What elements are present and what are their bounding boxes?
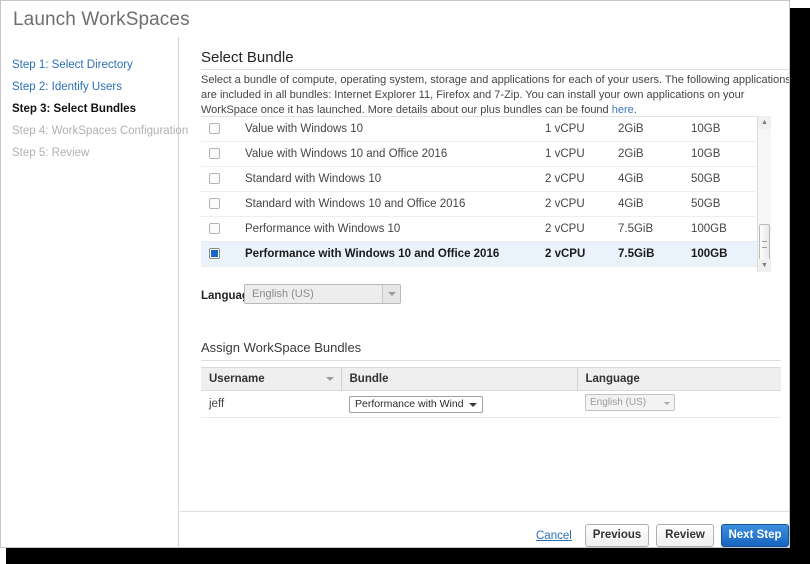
bundle-storage: 50GB — [683, 167, 757, 192]
bundle-compute: 1 vCPU — [537, 117, 610, 142]
bundle-row-checkbox-cell[interactable] — [201, 242, 237, 267]
bundle-row-checkbox-cell[interactable] — [201, 142, 237, 167]
footer-bar: Cancel Previous Review Next Step — [180, 511, 790, 548]
bundle-storage: 100GB — [683, 242, 757, 267]
wizard-steps-sidebar: Step 1: Select Directory Step 2: Identif… — [1, 37, 179, 548]
bundle-storage: 50GB — [683, 192, 757, 217]
sort-descending-icon[interactable] — [326, 377, 334, 381]
scrollbar-grip-icon — [762, 241, 767, 248]
sidebar-item-step-1[interactable]: Step 1: Select Directory — [12, 58, 133, 72]
sidebar-item-step-4: Step 4: WorkSpaces Configuration — [12, 124, 188, 138]
scroll-up-icon[interactable]: ▲ — [758, 116, 771, 129]
assign-header-bundle[interactable]: Bundle — [341, 368, 577, 391]
bundle-row-checkbox-cell[interactable] — [201, 192, 237, 217]
previous-button[interactable]: Previous — [585, 524, 649, 547]
window-shadow-right — [790, 8, 810, 564]
cancel-button[interactable]: Cancel — [536, 530, 572, 542]
table-row[interactable]: Value with Windows 10 and Office 2016 1 … — [201, 142, 757, 167]
bundle-memory: 2GiB — [610, 117, 683, 142]
sidebar-item-step-2[interactable]: Step 2: Identify Users — [12, 80, 122, 94]
scroll-down-icon[interactable]: ▼ — [758, 259, 771, 272]
assign-language-select[interactable]: English (US) — [585, 394, 675, 411]
main-content: Select Bundle Select a bundle of compute… — [180, 37, 790, 548]
bundle-table: Bundle Compute Memory Storage Value with… — [201, 116, 757, 267]
bundle-table-scroll-area[interactable]: Bundle Compute Memory Storage Value with… — [201, 116, 771, 272]
next-step-button[interactable]: Next Step — [721, 524, 789, 547]
language-select-value: English (US) — [252, 288, 314, 300]
assign-table-header-row: Username Bundle Language — [201, 368, 781, 391]
select-bundle-heading: Select Bundle — [201, 49, 294, 66]
bundle-compute: 2 vCPU — [537, 242, 610, 267]
bundle-name: Standard with Windows 10 and Office 2016 — [237, 192, 537, 217]
description-text-1: Select a bundle of compute, operating sy… — [201, 74, 790, 116]
bundle-storage: 100GB — [683, 217, 757, 242]
bundle-checkbox[interactable] — [209, 223, 220, 234]
bundle-name: Value with Windows 10 and Office 2016 — [237, 142, 537, 167]
sidebar-item-step-3[interactable]: Step 3: Select Bundles — [12, 102, 136, 116]
assign-header-username[interactable]: Username — [201, 368, 341, 391]
bundle-description: Select a bundle of compute, operating sy… — [201, 73, 790, 119]
screenshot-root: Launch WorkSpaces Step 1: Select Directo… — [0, 0, 810, 564]
bundle-row-checkbox-cell[interactable] — [201, 217, 237, 242]
bundle-compute: 2 vCPU — [537, 192, 610, 217]
assign-language-cell[interactable]: English (US) — [577, 391, 781, 418]
table-row-selected[interactable]: Performance with Windows 10 and Office 2… — [201, 242, 757, 267]
bundle-memory: 4GiB — [610, 167, 683, 192]
assign-header-language[interactable]: Language — [577, 368, 781, 391]
language-select[interactable]: English (US) — [244, 284, 401, 304]
bundle-compute: 1 vCPU — [537, 142, 610, 167]
bundle-checkbox[interactable] — [209, 198, 220, 209]
bundle-row-checkbox-cell[interactable] — [201, 117, 237, 142]
bundle-compute: 2 vCPU — [537, 217, 610, 242]
bundle-memory: 2GiB — [610, 142, 683, 167]
bundle-storage: 10GB — [683, 142, 757, 167]
bundle-row-checkbox-cell[interactable] — [201, 167, 237, 192]
bundle-checkbox-checked[interactable] — [209, 248, 220, 259]
bundle-memory: 7.5GiB — [610, 242, 683, 267]
bundle-checkbox[interactable] — [209, 123, 220, 134]
bundle-memory: 7.5GiB — [610, 217, 683, 242]
table-row[interactable]: jeff Performance with Wind English (US) — [201, 391, 781, 418]
assign-bundle-select[interactable]: Performance with Wind — [349, 396, 483, 413]
bundle-name: Performance with Windows 10 and Office 2… — [237, 242, 537, 267]
assign-header-username-label: Username — [209, 373, 265, 385]
table-row[interactable]: Standard with Windows 10 2 vCPU 4GiB 50G… — [201, 167, 757, 192]
review-button[interactable]: Review — [656, 524, 714, 547]
assign-bundles-heading: Assign WorkSpace Bundles — [201, 340, 361, 355]
assign-username: jeff — [201, 391, 341, 418]
assign-divider — [201, 360, 781, 361]
window-shadow-bottom — [6, 548, 810, 564]
bundle-checkbox[interactable] — [209, 148, 220, 159]
bundle-compute: 2 vCPU — [537, 167, 610, 192]
assign-bundle-cell[interactable]: Performance with Wind — [341, 391, 577, 418]
bundle-checkbox[interactable] — [209, 173, 220, 184]
bundle-storage: 10GB — [683, 117, 757, 142]
launch-workspaces-window: Launch WorkSpaces Step 1: Select Directo… — [0, 0, 790, 548]
scrollbar-thumb[interactable] — [759, 224, 770, 262]
description-text-2: . — [634, 104, 637, 116]
heading-divider — [201, 69, 790, 70]
bundle-memory: 4GiB — [610, 192, 683, 217]
bundle-name: Performance with Windows 10 — [237, 217, 537, 242]
page-title: Launch WorkSpaces — [13, 9, 190, 31]
table-row[interactable]: Performance with Windows 10 2 vCPU 7.5Gi… — [201, 217, 757, 242]
chevron-down-icon[interactable] — [382, 285, 400, 303]
plus-bundles-link[interactable]: here — [612, 104, 634, 116]
assign-bundles-table: Username Bundle Language jeff Performanc… — [201, 367, 781, 418]
sidebar-item-step-5: Step 5: Review — [12, 146, 89, 160]
bundle-name: Standard with Windows 10 — [237, 167, 537, 192]
table-row[interactable]: Standard with Windows 10 and Office 2016… — [201, 192, 757, 217]
bundle-table-scrollbar[interactable]: ▲ ▼ — [757, 116, 771, 272]
bundle-name: Value with Windows 10 — [237, 117, 537, 142]
table-row[interactable]: Value with Windows 10 1 vCPU 2GiB 10GB — [201, 117, 757, 142]
